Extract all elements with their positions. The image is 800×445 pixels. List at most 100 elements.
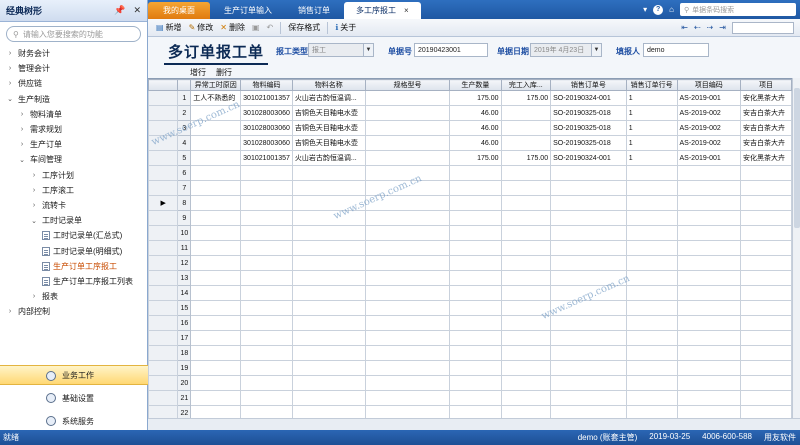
table-cell[interactable] [550, 330, 627, 346]
home-icon[interactable]: ⌂ [669, 5, 674, 14]
prev-record-icon[interactable]: ⇠ [694, 23, 701, 32]
table-cell[interactable]: 火山岩古韵恒温调... [291, 90, 366, 106]
save-format-button[interactable]: 保存格式 [288, 22, 320, 33]
table-cell[interactable]: 175.00 [500, 150, 552, 166]
table-cell[interactable] [676, 345, 742, 361]
table-cell[interactable] [291, 165, 366, 181]
table-cell[interactable]: 安化黑茶大卉 [740, 150, 792, 166]
close-tab-icon[interactable]: × [404, 6, 409, 15]
table-cell[interactable] [500, 120, 552, 136]
column-header[interactable]: 物料编码 [240, 79, 293, 91]
table-row[interactable]: 20 [148, 375, 792, 391]
table-cell[interactable] [625, 270, 678, 286]
modify-button[interactable]: ✎ 修改 [189, 22, 214, 33]
column-header[interactable]: 生产数量 [449, 79, 502, 91]
table-row[interactable]: 17 [148, 330, 792, 346]
tab[interactable]: 生产订单输入 [212, 2, 284, 19]
tree-item[interactable]: › 财务会计 [0, 46, 147, 61]
record-locator-input[interactable] [732, 21, 794, 34]
doc-no-field[interactable]: 20190423001 [414, 43, 488, 57]
table-cell[interactable] [291, 195, 366, 211]
barcode-search-input[interactable]: ⚲ 单据条码搜索 [680, 3, 796, 16]
tree-item[interactable]: ⌄ 生产制造 [0, 92, 147, 107]
add-row-button[interactable]: 增行 [190, 67, 206, 78]
tree-item[interactable]: › 物料清单 [0, 107, 147, 122]
table-cell[interactable] [676, 375, 742, 391]
table-cell[interactable] [550, 270, 627, 286]
table-cell[interactable] [190, 285, 242, 301]
new-button[interactable]: ▤ 新增 [156, 22, 182, 33]
table-cell[interactable] [676, 330, 742, 346]
table-cell[interactable]: 安吉白茶大卉 [740, 135, 792, 151]
delete-button[interactable]: ✕ 删除 [220, 22, 245, 33]
help-icon[interactable]: ? [653, 4, 664, 15]
table-cell[interactable] [190, 135, 242, 151]
table-cell[interactable] [364, 150, 451, 166]
table-cell[interactable] [190, 270, 242, 286]
column-header[interactable]: 销售订单行号 [625, 79, 678, 91]
table-cell[interactable] [364, 270, 451, 286]
table-cell[interactable] [625, 330, 678, 346]
table-cell[interactable] [240, 255, 293, 271]
table-cell[interactable] [550, 360, 627, 376]
table-cell[interactable] [625, 390, 678, 406]
table-cell[interactable] [190, 105, 242, 121]
table-cell[interactable] [500, 225, 552, 241]
table-cell[interactable] [625, 345, 678, 361]
table-cell[interactable] [676, 315, 742, 331]
table-cell[interactable]: SO-20190325-018 [550, 120, 627, 136]
table-cell[interactable] [740, 345, 792, 361]
table-row[interactable]: 13 [148, 270, 792, 286]
table-row[interactable]: 2 301028003060 吉铜色天目釉电水壶 46.00 SO-20190325-0… [148, 105, 792, 121]
table-cell[interactable] [364, 135, 451, 151]
tree-item[interactable]: › 报表 [0, 289, 147, 304]
tab[interactable]: 多工序报工 × [344, 2, 421, 19]
doc-date-field[interactable]: 2019年 4月23日 ▼ [530, 43, 602, 57]
table-cell[interactable] [291, 345, 366, 361]
table-cell[interactable] [364, 180, 451, 196]
tree-item[interactable]: › 工序计划 [0, 168, 147, 183]
table-cell[interactable] [740, 255, 792, 271]
table-cell[interactable] [291, 210, 366, 226]
table-cell[interactable] [740, 390, 792, 406]
column-header[interactable]: 物料名称 [291, 79, 366, 91]
column-header[interactable] [177, 79, 192, 91]
table-cell[interactable]: 吉铜色天目釉电水壶 [291, 135, 366, 151]
table-cell[interactable] [500, 345, 552, 361]
delete-row-button[interactable]: 删行 [216, 67, 232, 78]
table-cell[interactable]: 工人不熟悉的 [190, 90, 242, 106]
table-cell[interactable] [740, 315, 792, 331]
table-cell[interactable]: 175.00 [449, 90, 502, 106]
table-cell[interactable]: 火山岩古韵恒温调... [291, 150, 366, 166]
table-cell[interactable]: 301028003060 [240, 120, 293, 136]
table-cell[interactable] [190, 345, 242, 361]
table-cell[interactable] [240, 210, 293, 226]
table-cell[interactable] [240, 240, 293, 256]
horizontal-scrollbar[interactable] [148, 418, 800, 430]
table-row[interactable]: 19 [148, 360, 792, 376]
table-cell[interactable]: AS-2019-002 [676, 105, 742, 121]
table-cell[interactable] [240, 315, 293, 331]
table-cell[interactable] [190, 390, 242, 406]
table-cell[interactable] [625, 255, 678, 271]
table-cell[interactable]: AS-2019-002 [676, 135, 742, 151]
table-cell[interactable] [190, 165, 242, 181]
reporter-field[interactable]: demo [643, 43, 709, 57]
table-cell[interactable] [625, 300, 678, 316]
table-cell[interactable] [625, 210, 678, 226]
table-cell[interactable] [740, 405, 792, 418]
table-cell[interactable] [500, 390, 552, 406]
table-cell[interactable] [291, 285, 366, 301]
table-cell[interactable] [550, 285, 627, 301]
table-cell[interactable] [449, 210, 502, 226]
table-cell[interactable] [364, 105, 451, 121]
table-cell[interactable] [240, 270, 293, 286]
table-cell[interactable] [740, 180, 792, 196]
table-cell[interactable]: 301028003060 [240, 135, 293, 151]
table-cell[interactable] [550, 345, 627, 361]
table-cell[interactable] [550, 390, 627, 406]
tree-item[interactable]: 工时记录单(汇总式) [0, 228, 147, 243]
table-row[interactable]: 14 [148, 285, 792, 301]
table-cell[interactable] [190, 315, 242, 331]
table-cell[interactable] [291, 390, 366, 406]
